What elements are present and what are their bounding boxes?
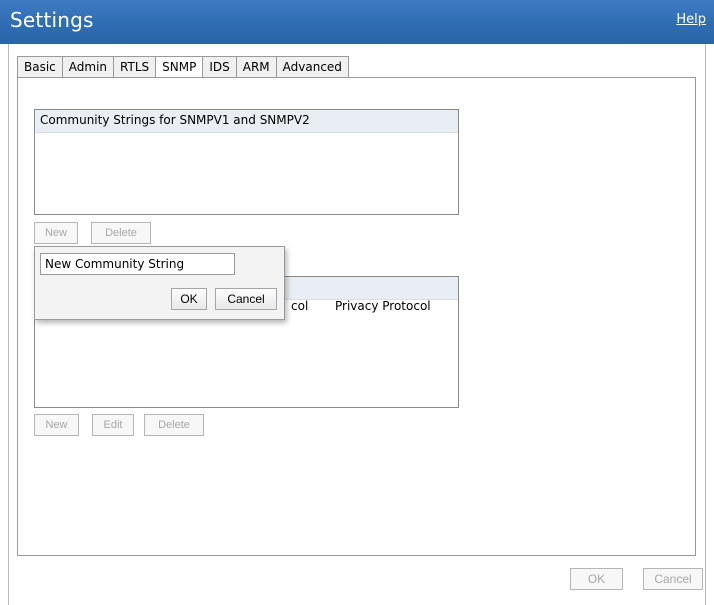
popup-ok-button[interactable]: OK — [171, 288, 207, 310]
tab-basic[interactable]: Basic — [17, 56, 62, 78]
help-link[interactable]: Help — [676, 12, 706, 27]
community-strings-header: Community Strings for SNMPV1 and SNMPV2 — [35, 110, 458, 133]
privacy-protocol-column-header: Privacy Protocol — [335, 299, 431, 313]
tab-snmp[interactable]: SNMP — [155, 56, 203, 78]
tab-bar: Basic Admin RTLS SNMP IDS ARM Advanced — [17, 56, 349, 78]
ok-button[interactable]: OK — [570, 568, 623, 590]
community-string-input[interactable] — [40, 253, 235, 275]
tab-rtls[interactable]: RTLS — [113, 56, 156, 78]
snmpv3-edit-button[interactable]: Edit — [92, 414, 134, 436]
tab-admin[interactable]: Admin — [61, 56, 114, 78]
title-bar: Settings Help — [0, 0, 714, 44]
snmpv3-delete-button[interactable]: Delete — [144, 414, 204, 436]
new-community-popup: OK Cancel — [34, 246, 285, 320]
snmpv3-new-button[interactable]: New — [34, 414, 79, 436]
community-delete-button[interactable]: Delete — [91, 222, 151, 244]
auth-protocol-column-header: col — [291, 299, 309, 313]
tab-advanced[interactable]: Advanced — [275, 56, 349, 78]
popup-cancel-button[interactable]: Cancel — [215, 288, 277, 310]
tab-ids[interactable]: IDS — [202, 56, 236, 78]
community-strings-list[interactable]: Community Strings for SNMPV1 and SNMPV2 — [34, 109, 459, 215]
cancel-button[interactable]: Cancel — [643, 568, 703, 590]
page-title: Settings — [10, 8, 94, 32]
tab-arm[interactable]: ARM — [235, 56, 276, 78]
community-new-button[interactable]: New — [34, 222, 78, 244]
